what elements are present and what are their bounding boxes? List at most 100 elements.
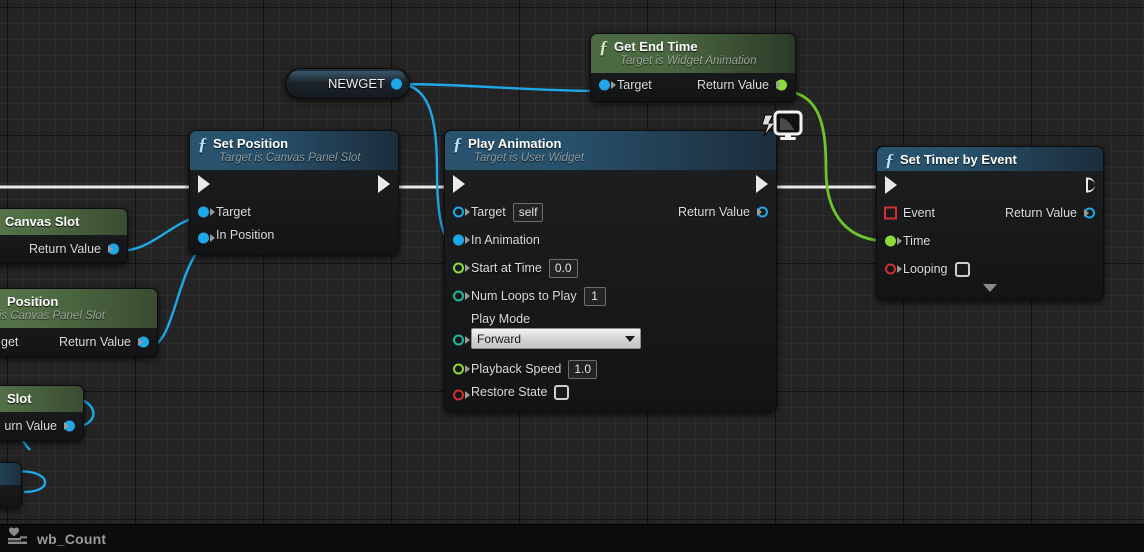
- node-header: ƒ Set Position Target is Canvas Panel Sl…: [190, 131, 398, 170]
- exec-out-pin[interactable]: [1086, 177, 1095, 193]
- playback-speed-field[interactable]: 1.0: [568, 359, 598, 379]
- pin-row-in-position[interactable]: In Position: [190, 226, 398, 254]
- input-pin-restore-state[interactable]: [453, 389, 464, 401]
- node-header: Slot: [0, 386, 83, 412]
- exec-row[interactable]: [877, 171, 1103, 199]
- input-pin-target[interactable]: [198, 206, 209, 218]
- node-get-position[interactable]: Position et is Canvas Panel Slot get Ret…: [0, 288, 158, 357]
- node-get-end-time[interactable]: ƒ Get End Time Target is Widget Animatio…: [590, 33, 796, 102]
- pin-row-in-animation[interactable]: In Animation: [445, 226, 776, 254]
- exec-in-pin[interactable]: [885, 176, 897, 194]
- pin-arrow-icon: [776, 81, 781, 89]
- pin-row-play-mode[interactable]: Play Mode Forward: [445, 310, 776, 355]
- pin-label-in-animation: In Animation: [471, 233, 540, 247]
- target-value-field[interactable]: self: [512, 202, 544, 222]
- pin-row-return-value[interactable]: Return Value: [0, 235, 127, 263]
- pin-arrow-icon: [897, 237, 902, 245]
- pin-label: Return Value: [28, 242, 101, 256]
- pin-row-time[interactable]: Time: [877, 227, 1103, 255]
- pin-label-play-mode: Play Mode: [471, 312, 531, 326]
- node-newget[interactable]: NEWGET: [285, 68, 410, 99]
- node-set-position[interactable]: ƒ Set Position Target is Canvas Panel Sl…: [189, 130, 399, 255]
- pin-row-restore-state[interactable]: Restore State: [445, 383, 776, 411]
- status-bar: wb_Count: [0, 524, 1144, 552]
- node-header: [0, 463, 21, 485]
- node-partial-bottom[interactable]: [0, 462, 22, 508]
- input-pin-num-loops-to-play[interactable]: [453, 290, 464, 302]
- function-icon: ƒ: [453, 133, 462, 154]
- exec-row[interactable]: [190, 170, 398, 198]
- input-pin-event[interactable]: [884, 206, 897, 220]
- node-get-slot[interactable]: Slot urn Value: [0, 385, 84, 441]
- restore-state-checkbox[interactable]: [554, 384, 570, 400]
- exec-row[interactable]: [445, 170, 776, 198]
- pin-row-target[interactable]: Target self Return Value: [445, 198, 776, 226]
- node-subtitle: Target is User Widget: [474, 152, 585, 164]
- pin-row-return-value[interactable]: urn Value: [0, 412, 83, 440]
- pin-row-num-loops-to-play[interactable]: Num Loops to Play 1: [445, 282, 776, 310]
- node-play-animation[interactable]: ƒ Play Animation Target is User Widget T…: [444, 110, 803, 412]
- pin-row-playback-speed[interactable]: Playback Speed 1.0: [445, 355, 776, 383]
- node-get-canvas-slot[interactable]: Canvas Slot Return Value: [0, 208, 128, 264]
- pin-label-return-value: Return Value: [58, 335, 131, 349]
- num-loops-to-play-field[interactable]: 1: [583, 286, 606, 306]
- blueprint-graph-canvas[interactable]: Canvas Slot Return Value Position et is …: [0, 0, 1144, 524]
- blueprint-name-label: wb_Count: [37, 530, 107, 547]
- pin-label-num-loops-to-play: Num Loops to Play: [471, 289, 577, 303]
- input-pin-in-position[interactable]: [198, 232, 209, 244]
- pin-row-target-return[interactable]: Target Return Value: [591, 73, 795, 101]
- input-pin-target[interactable]: [453, 206, 464, 218]
- node-title: Set Position: [213, 136, 289, 151]
- output-pin-newget[interactable]: [391, 78, 402, 89]
- node-subtitle: et is Canvas Panel Slot: [0, 310, 105, 322]
- widget-blueprint-icon: [8, 527, 28, 550]
- client-server-replication-icon: [761, 109, 805, 148]
- input-pin-in-animation[interactable]: [453, 234, 464, 246]
- node-header: Canvas Slot: [0, 209, 127, 235]
- pin-row-target[interactable]: Target: [190, 198, 398, 226]
- node-body: Target self Return Value In Animation St…: [445, 170, 776, 411]
- exec-in-pin[interactable]: [453, 175, 465, 193]
- node-title: Slot: [7, 391, 32, 406]
- pin-arrow-icon: [64, 422, 69, 430]
- node-body: Target In Position: [190, 170, 398, 254]
- pin-row-target-return[interactable]: get Return Value: [0, 328, 157, 356]
- node-set-timer-by-event[interactable]: ƒ Set Timer by Event Event Return Value: [876, 146, 1104, 300]
- pin-label-return-value: Return Value: [1004, 206, 1077, 220]
- function-icon: ƒ: [885, 149, 894, 170]
- exec-out-pin[interactable]: [756, 175, 768, 193]
- node-header: ƒ Get End Time Target is Widget Animatio…: [591, 34, 795, 73]
- looping-checkbox[interactable]: [954, 261, 970, 277]
- node-body: urn Value: [0, 412, 83, 440]
- pin-arrow-icon: [757, 208, 762, 216]
- node-body: get Return Value: [0, 328, 157, 356]
- input-pin-time[interactable]: [885, 235, 896, 247]
- node-title: Get End Time: [614, 39, 698, 54]
- expand-caret-icon[interactable]: [983, 284, 997, 292]
- node-title: Position: [7, 294, 59, 309]
- pin-arrow-icon: [1084, 209, 1089, 217]
- input-pin-start-at-time[interactable]: [453, 262, 464, 274]
- pin-arrow-icon: [210, 234, 215, 242]
- node-title: Set Timer by Event: [900, 152, 1017, 167]
- pin-row-event-return[interactable]: Event Return Value: [877, 199, 1103, 227]
- input-pin-looping[interactable]: [885, 263, 896, 275]
- pin-label-return-value: Return Value: [677, 205, 750, 219]
- pin-arrow-icon: [465, 264, 470, 272]
- start-at-time-field[interactable]: 0.0: [548, 258, 578, 278]
- pin-arrow-icon: [465, 208, 470, 216]
- pin-arrow-icon: [465, 336, 470, 344]
- pin-label-looping: Looping: [903, 262, 948, 276]
- pin-row-looping[interactable]: Looping: [877, 255, 1103, 283]
- node-body: Event Return Value Time Looping: [877, 171, 1103, 292]
- input-pin-target[interactable]: [599, 79, 610, 91]
- input-pin-play-mode[interactable]: [453, 334, 464, 346]
- pin-label-start-at-time: Start at Time: [471, 261, 542, 275]
- exec-out-pin[interactable]: [378, 175, 390, 193]
- play-mode-dropdown[interactable]: Forward: [471, 328, 641, 349]
- chevron-down-icon: [625, 335, 635, 342]
- pin-row-start-at-time[interactable]: Start at Time 0.0: [445, 254, 776, 282]
- pin-label-playback-speed: Playback Speed: [471, 362, 562, 376]
- input-pin-playback-speed[interactable]: [453, 363, 464, 375]
- exec-in-pin[interactable]: [198, 175, 210, 193]
